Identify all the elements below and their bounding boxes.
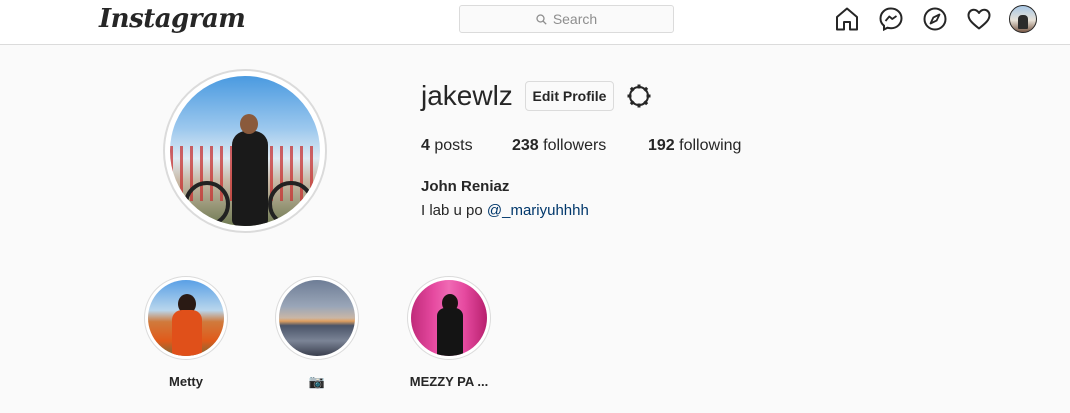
heart-icon[interactable] bbox=[966, 6, 992, 32]
followers-count: 238 bbox=[512, 137, 539, 154]
highlight-cover-image bbox=[148, 280, 224, 356]
profile-full-name: John Reniaz bbox=[421, 178, 510, 195]
following-label: following bbox=[679, 137, 742, 154]
edit-profile-button[interactable]: Edit Profile bbox=[525, 81, 614, 111]
highlight-cover-image bbox=[279, 280, 355, 356]
posts-label: posts bbox=[434, 137, 473, 154]
messenger-icon[interactable] bbox=[878, 6, 904, 32]
bio-text: I lab u po bbox=[421, 202, 487, 219]
bio-mention-link[interactable]: @_mariyuhhhh bbox=[487, 202, 589, 219]
highlight-cover-ring bbox=[144, 276, 228, 360]
highlight-cover-ring bbox=[275, 276, 359, 360]
posts-stat: 4 posts bbox=[421, 137, 473, 155]
following-count: 192 bbox=[648, 137, 675, 154]
profile-bio: I lab u po @_mariyuhhhh bbox=[421, 202, 589, 219]
highlight-cover-ring bbox=[407, 276, 491, 360]
highlight-cover-image bbox=[411, 280, 487, 356]
profile-photo bbox=[170, 76, 320, 226]
top-nav: Instagram Search bbox=[0, 0, 1070, 45]
settings-gear-icon[interactable] bbox=[626, 83, 652, 109]
nav-profile-avatar[interactable] bbox=[1009, 5, 1037, 33]
explore-icon[interactable] bbox=[922, 6, 948, 32]
highlight-label: 📷 bbox=[308, 374, 326, 389]
following-link[interactable]: 192 following bbox=[648, 137, 741, 155]
profile-username: jakewlz bbox=[421, 80, 513, 111]
highlight-label: MEZZY PA ... bbox=[409, 374, 489, 389]
profile-picture[interactable] bbox=[163, 69, 327, 233]
story-highlight[interactable]: 📷 bbox=[274, 276, 360, 390]
story-highlight[interactable]: MEZZY PA ... bbox=[406, 276, 492, 389]
home-icon[interactable] bbox=[834, 6, 860, 32]
posts-count: 4 bbox=[421, 137, 430, 154]
nav-icon-group bbox=[0, 6, 1070, 32]
highlight-label: Metty bbox=[169, 374, 203, 389]
followers-label: followers bbox=[543, 137, 607, 154]
followers-link[interactable]: 238 followers bbox=[512, 137, 606, 155]
story-highlight[interactable]: Metty bbox=[143, 276, 229, 389]
